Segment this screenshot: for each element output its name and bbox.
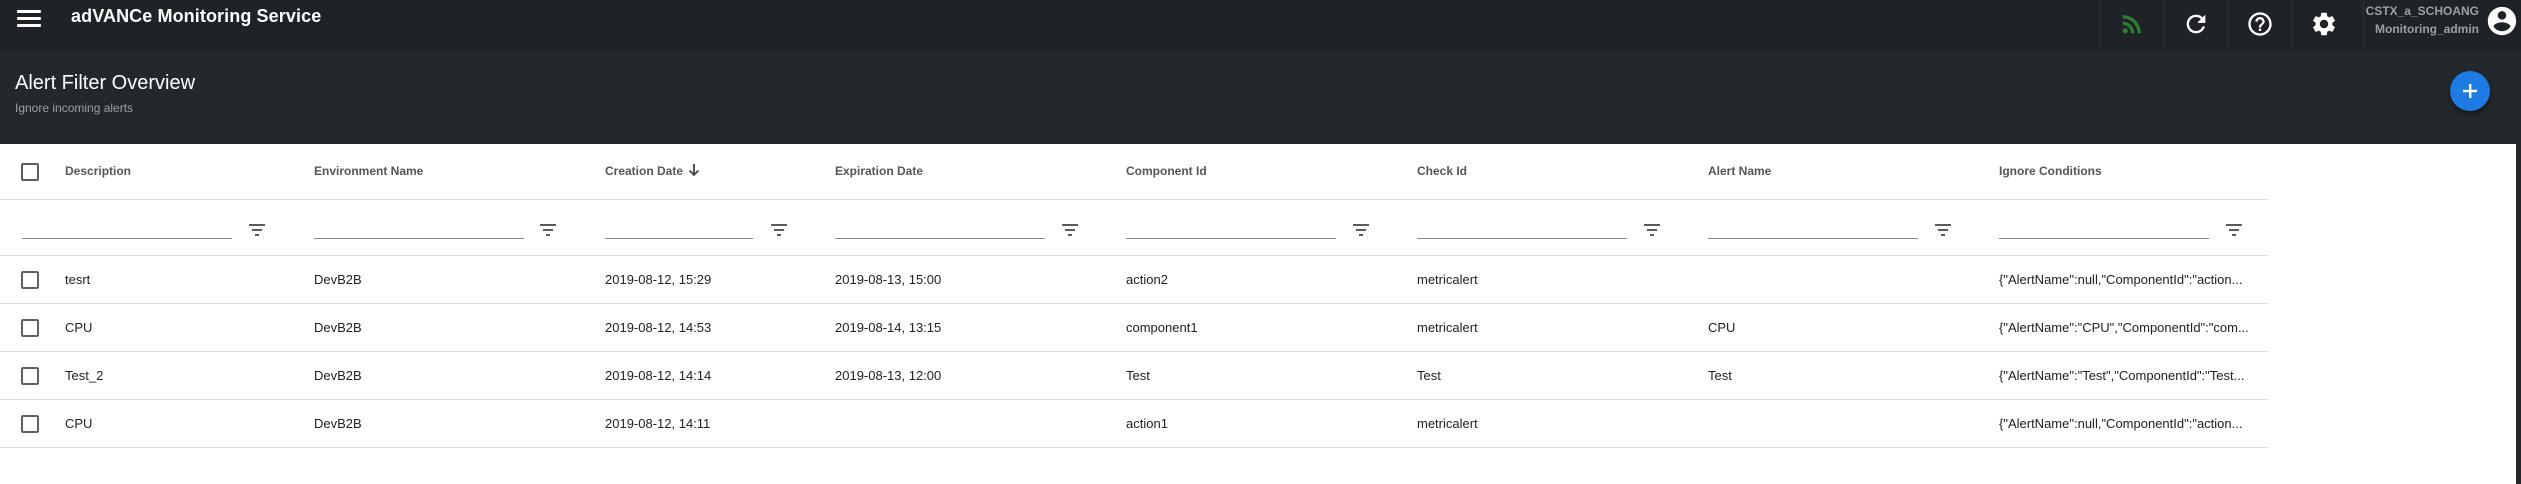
row-checkbox[interactable] xyxy=(21,415,39,433)
select-all-checkbox[interactable] xyxy=(21,163,39,181)
column-header-ignore-conditions[interactable]: Ignore Conditions xyxy=(1999,164,2102,178)
right-edge-strip xyxy=(2516,144,2521,484)
filter-icon[interactable] xyxy=(1643,223,1661,237)
filter-icon[interactable] xyxy=(248,223,266,237)
column-header-expiration-date[interactable]: Expiration Date xyxy=(835,164,923,178)
filter-icon[interactable] xyxy=(539,223,557,237)
filter-input-description[interactable] xyxy=(22,219,232,239)
cell-expiration-date: 2019-08-13, 12:00 xyxy=(835,368,942,383)
sort-descending-arrow-icon[interactable] xyxy=(687,162,701,178)
cell-check-id: metricalert xyxy=(1417,272,1478,287)
table-row[interactable]: Test_2 DevB2B 2019-08-12, 14:14 2019-08-… xyxy=(0,352,2268,400)
cell-environment-name: DevB2B xyxy=(314,272,362,287)
table-row[interactable]: CPU DevB2B 2019-08-12, 14:11 action1 met… xyxy=(0,400,2268,448)
filter-icon[interactable] xyxy=(1352,223,1370,237)
filter-icon[interactable] xyxy=(2225,223,2243,237)
settings-icon xyxy=(2312,12,2335,36)
cell-ignore-conditions: {"AlertName":null,"ComponentId":"action.… xyxy=(1999,272,2243,287)
row-checkbox[interactable] xyxy=(21,319,39,337)
cell-description: Test_2 xyxy=(65,368,104,383)
help-icon xyxy=(2247,12,2272,36)
cell-environment-name: DevB2B xyxy=(314,416,362,431)
column-header-creation-date[interactable]: Creation Date xyxy=(605,164,683,178)
cell-component-id: action1 xyxy=(1126,416,1168,431)
cell-expiration-date: 2019-08-14, 13:15 xyxy=(835,320,942,335)
column-header-component-id[interactable]: Component Id xyxy=(1126,164,1207,178)
rss-feed-icon xyxy=(2122,15,2141,34)
settings-button[interactable] xyxy=(2291,0,2355,48)
app-title: adVANCe Monitoring Service xyxy=(71,6,322,26)
cell-creation-date: 2019-08-12, 14:14 xyxy=(605,368,712,383)
page-title: Alert Filter Overview xyxy=(15,72,196,94)
cell-ignore-conditions: {"AlertName":null,"ComponentId":"action.… xyxy=(1999,416,2243,431)
page-subtitle: Ignore incoming alerts xyxy=(15,101,134,115)
cell-environment-name: DevB2B xyxy=(314,320,362,335)
table-row[interactable]: CPU DevB2B 2019-08-12, 14:53 2019-08-14,… xyxy=(0,304,2268,352)
filter-icon[interactable] xyxy=(770,223,788,237)
refresh-button[interactable] xyxy=(2163,0,2227,48)
user-name: CSTX_a_SCHOANG xyxy=(2365,4,2479,18)
cell-description: CPU xyxy=(65,416,93,431)
cell-component-id: action2 xyxy=(1126,272,1168,287)
cell-check-id: Test xyxy=(1417,368,1441,383)
cell-environment-name: DevB2B xyxy=(314,368,362,383)
filter-input-creation-date[interactable] xyxy=(605,219,753,239)
filter-icon[interactable] xyxy=(1934,223,1952,237)
user-role: Monitoring_admin xyxy=(2375,22,2479,36)
cell-description: CPU xyxy=(65,320,93,335)
cell-creation-date: 2019-08-12, 14:53 xyxy=(605,320,712,335)
cell-creation-date: 2019-08-12, 14:11 xyxy=(605,416,711,431)
table-header-row: Description Environment Name Creation Da… xyxy=(0,144,2268,200)
cell-component-id: component1 xyxy=(1126,320,1198,335)
filter-input-environment-name[interactable] xyxy=(314,219,524,239)
page-header: Alert Filter Overview Ignore incoming al… xyxy=(0,50,2521,144)
cell-component-id: Test xyxy=(1126,368,1150,383)
filter-input-ignore-conditions[interactable] xyxy=(1999,219,2209,239)
help-button[interactable] xyxy=(2227,0,2291,48)
cell-expiration-date: 2019-08-13, 15:00 xyxy=(835,272,942,287)
row-checkbox[interactable] xyxy=(21,367,39,385)
refresh-icon xyxy=(2186,14,2205,34)
add-filter-button[interactable] xyxy=(2450,71,2490,111)
filter-icon[interactable] xyxy=(1061,223,1079,237)
plus-icon xyxy=(2463,84,2477,98)
hamburger-menu-icon[interactable] xyxy=(14,5,46,33)
column-header-description[interactable]: Description xyxy=(65,164,131,178)
cell-description: tesrt xyxy=(65,272,91,287)
user-menu[interactable]: CSTX_a_SCHOANG Monitoring_admin xyxy=(2363,0,2521,48)
cell-alert-name: Test xyxy=(1708,368,1732,383)
cell-ignore-conditions: {"AlertName":"Test","ComponentId":"Test.… xyxy=(1999,368,2245,383)
account-icon[interactable] xyxy=(2485,4,2519,38)
rss-feed-button[interactable] xyxy=(2099,0,2163,48)
cell-check-id: metricalert xyxy=(1417,416,1478,431)
column-header-environment-name[interactable]: Environment Name xyxy=(314,164,423,178)
cell-check-id: metricalert xyxy=(1417,320,1478,335)
filter-input-check-id[interactable] xyxy=(1417,219,1627,239)
row-checkbox[interactable] xyxy=(21,271,39,289)
filter-row xyxy=(0,200,2268,256)
cell-ignore-conditions: {"AlertName":"CPU","ComponentId":"com... xyxy=(1999,320,2249,335)
alert-filter-table: Description Environment Name Creation Da… xyxy=(0,144,2516,484)
table-row[interactable]: tesrt DevB2B 2019-08-12, 15:29 2019-08-1… xyxy=(0,256,2268,304)
filter-input-alert-name[interactable] xyxy=(1708,219,1918,239)
cell-creation-date: 2019-08-12, 15:29 xyxy=(605,272,712,287)
filter-input-component-id[interactable] xyxy=(1126,219,1336,239)
column-header-alert-name[interactable]: Alert Name xyxy=(1708,164,1771,178)
cell-alert-name: CPU xyxy=(1708,320,1736,335)
filter-input-expiration-date[interactable] xyxy=(835,219,1045,239)
top-app-bar: adVANCe Monitoring Service CSTX_a_SCHOAN… xyxy=(0,0,2521,50)
column-header-check-id[interactable]: Check Id xyxy=(1417,164,1467,178)
